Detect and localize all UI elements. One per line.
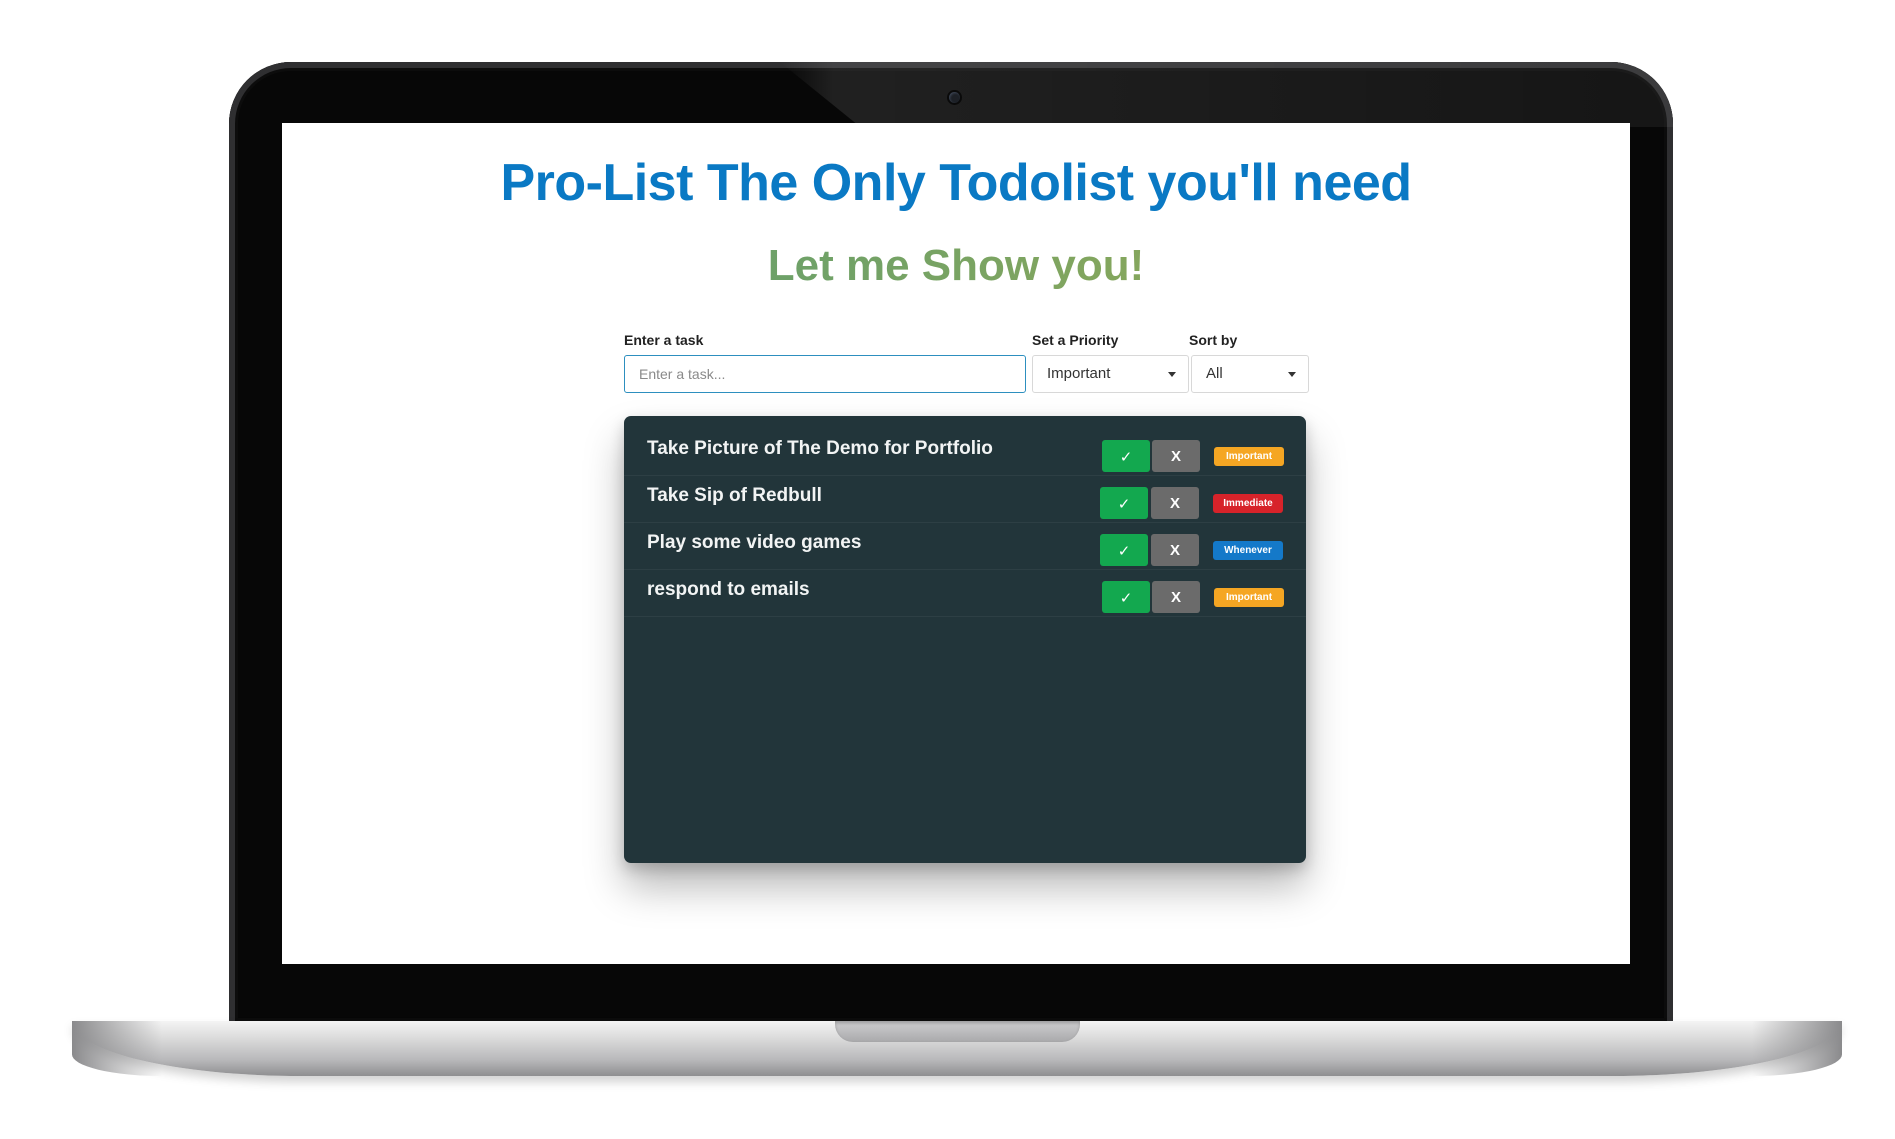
task-text: respond to emails xyxy=(647,579,810,600)
priority-badge: Important xyxy=(1214,588,1284,607)
lid-reflection xyxy=(780,62,1673,127)
laptop-screen: Pro-List The Only Todolist you'll need L… xyxy=(282,123,1630,964)
complete-task-button[interactable]: ✓ xyxy=(1102,581,1150,613)
delete-task-button[interactable]: X xyxy=(1152,581,1200,613)
delete-task-button[interactable]: X xyxy=(1151,534,1199,566)
task-input-label: Enter a task xyxy=(624,332,704,348)
sort-select-value: All xyxy=(1206,365,1223,382)
task-text: Take Sip of Redbull xyxy=(647,485,822,506)
task-row: Take Sip of Redbull ✓ X Immediate xyxy=(624,475,1306,523)
task-input[interactable] xyxy=(624,355,1026,393)
complete-task-button[interactable]: ✓ xyxy=(1102,440,1150,472)
complete-task-button[interactable]: ✓ xyxy=(1100,487,1148,519)
delete-task-button[interactable]: X xyxy=(1152,440,1200,472)
task-row: Take Picture of The Demo for Portfolio ✓… xyxy=(624,428,1306,476)
priority-badge: Whenever xyxy=(1213,541,1283,560)
page-title: Pro-List The Only Todolist you'll need xyxy=(500,154,1412,212)
sort-select-label: Sort by xyxy=(1189,332,1238,348)
sort-select[interactable]: All xyxy=(1191,355,1309,393)
complete-task-button[interactable]: ✓ xyxy=(1100,534,1148,566)
page-subtitle: Let me Show you! xyxy=(282,241,1630,291)
task-text: Take Picture of The Demo for Portfolio xyxy=(647,438,993,459)
caret-down-icon xyxy=(1288,372,1296,377)
webcam-icon xyxy=(949,92,960,103)
task-row: Play some video games ✓ X Whenever xyxy=(624,522,1306,570)
priority-badge: Immediate xyxy=(1213,494,1283,513)
delete-task-button[interactable]: X xyxy=(1151,487,1199,519)
task-list: Take Picture of The Demo for Portfolio ✓… xyxy=(624,416,1306,863)
priority-badge: Important xyxy=(1214,447,1284,466)
priority-select-label: Set a Priority xyxy=(1032,332,1119,348)
priority-select[interactable]: Important xyxy=(1032,355,1189,393)
priority-select-value: Important xyxy=(1047,365,1111,382)
task-text: Play some video games xyxy=(647,532,862,553)
task-row: respond to emails ✓ X Important xyxy=(624,569,1306,617)
caret-down-icon xyxy=(1168,372,1176,377)
laptop-hinge-notch xyxy=(835,1021,1080,1042)
